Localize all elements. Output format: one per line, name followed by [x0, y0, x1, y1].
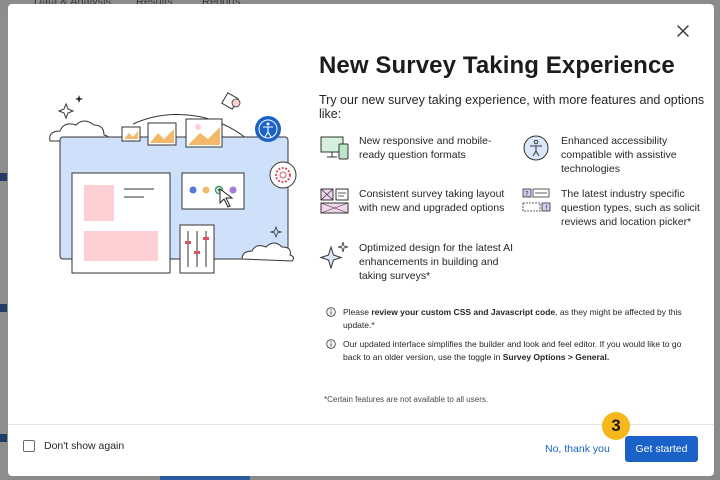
checkbox-box[interactable]: [23, 440, 35, 452]
question-types-icon: ? !: [522, 188, 551, 212]
accessibility-icon: [523, 135, 549, 161]
feature-text: Consistent survey taking layout with new…: [359, 188, 505, 214]
layout-icon: [320, 188, 349, 214]
survey-experience-modal: New Survey Taking Experience Try our new…: [8, 4, 714, 476]
bg-marker: [0, 434, 7, 442]
get-started-button[interactable]: Get started: [625, 436, 698, 462]
feature-text: The latest industry specific question ty…: [561, 188, 700, 228]
bg-marker: [0, 173, 7, 181]
close-button[interactable]: [674, 22, 692, 40]
feature-responsive: New responsive and mobile-ready question…: [319, 134, 509, 162]
note-css: Please review your custom CSS and Javasc…: [326, 306, 686, 331]
info-icon: [326, 307, 336, 317]
bg-bar: [160, 476, 250, 480]
footnote: *Certain features are not available to a…: [324, 395, 489, 404]
info-icon: [326, 339, 336, 349]
svg-text:!: !: [545, 204, 548, 212]
note-interface-text: Our updated interface simplifies the bui…: [343, 339, 682, 362]
note-css-text: Please review your custom CSS and Javasc…: [343, 307, 682, 330]
feature-text: Optimized design for the latest AI enhan…: [359, 242, 514, 282]
responsive-devices-icon: [320, 136, 349, 160]
bg-marker: [0, 304, 7, 312]
feature-ai: Optimized design for the latest AI enhan…: [319, 241, 514, 283]
close-icon: [677, 25, 689, 37]
modal-title: New Survey Taking Experience: [319, 52, 675, 79]
survey-illustration: [49, 92, 297, 274]
no-thanks-button[interactable]: No, thank you: [545, 443, 610, 455]
dont-show-again-label: Don't show again: [44, 440, 125, 452]
feature-question-types: ? ! The latest industry specific questio…: [521, 187, 706, 229]
svg-text:?: ?: [525, 190, 529, 198]
note-interface: Our updated interface simplifies the bui…: [326, 338, 696, 363]
step-number-badge: 3: [602, 412, 630, 440]
ai-sparkle-icon: [319, 241, 349, 269]
dont-show-again-checkbox[interactable]: Don't show again: [23, 440, 124, 452]
feature-accessibility: Enhanced accessibility compatible with a…: [521, 134, 701, 176]
modal-subtitle: Try our new survey taking experience, wi…: [319, 93, 705, 121]
background-sidebar: [0, 14, 8, 480]
feature-text: Enhanced accessibility compatible with a…: [561, 135, 677, 175]
feature-text: New responsive and mobile-ready question…: [359, 135, 492, 161]
feature-layout: Consistent survey taking layout with new…: [319, 187, 509, 215]
